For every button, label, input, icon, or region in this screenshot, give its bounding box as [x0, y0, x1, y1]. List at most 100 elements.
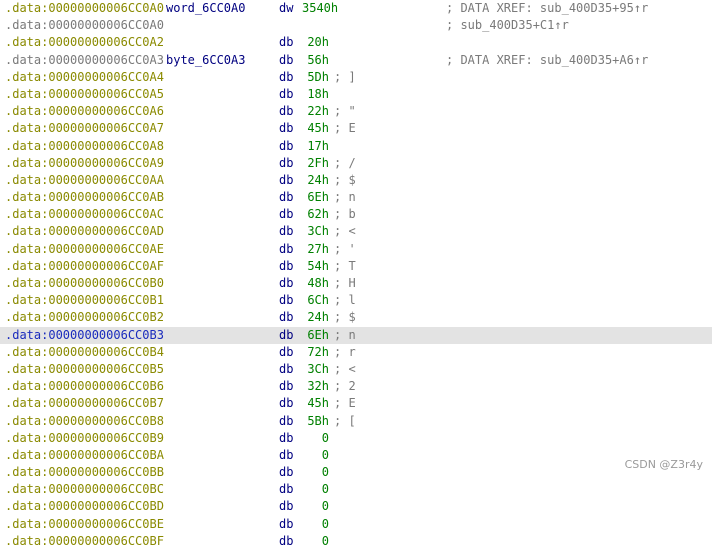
xref-comment[interactable]: ; DATA XREF: sub_400D35+95↑r	[446, 0, 648, 17]
listing-row[interactable]: .data:00000000006CC0AE db 27h ; '	[0, 241, 712, 258]
listing-row-selected[interactable]: .data:00000000006CC0B3 db 6Eh ; n	[0, 326, 712, 344]
listing-row[interactable]: .data:00000000006CC0A5 db 18h	[0, 86, 712, 103]
listing-row[interactable]: .data:00000000006CC0BB db 0	[0, 464, 712, 481]
listing-row[interactable]: .data:00000000006CC0A4 db 5Dh ; ]	[0, 69, 712, 86]
address[interactable]: .data:00000000006CC0BD	[5, 498, 164, 515]
operand[interactable]: 3Ch	[298, 223, 329, 240]
operand[interactable]: 0	[298, 464, 329, 481]
operand[interactable]: 0	[298, 498, 329, 515]
address[interactable]: .data:00000000006CC0B4	[5, 344, 164, 361]
address[interactable]: .data:00000000006CC0AA	[5, 172, 164, 189]
listing-row[interactable]: .data:00000000006CC0B2 db 24h ; $	[0, 309, 712, 326]
address[interactable]: .data:00000000006CC0BF	[5, 533, 164, 550]
listing-row[interactable]: .data:00000000006CC0A2 db 20h	[0, 34, 712, 51]
operand[interactable]: 45h	[298, 395, 329, 412]
address[interactable]: .data:00000000006CC0A0	[5, 0, 164, 17]
operand[interactable]: 18h	[298, 86, 329, 103]
symbol-label[interactable]: byte_6CC0A3	[166, 52, 245, 69]
xref-comment[interactable]: ; DATA XREF: sub_400D35+A6↑r	[446, 52, 648, 69]
listing-row[interactable]: .data:00000000006CC0BF db 0	[0, 533, 712, 550]
listing-row[interactable]: .data:00000000006CC0B1 db 6Ch ; l	[0, 292, 712, 309]
listing-row[interactable]: .data:00000000006CC0A8 db 17h	[0, 138, 712, 155]
address[interactable]: .data:00000000006CC0B3	[5, 327, 164, 344]
listing-row[interactable]: .data:00000000006CC0B5 db 3Ch ; <	[0, 361, 712, 378]
operand[interactable]: 27h	[298, 241, 329, 258]
address[interactable]: .data:00000000006CC0BB	[5, 464, 164, 481]
address[interactable]: .data:00000000006CC0AF	[5, 258, 164, 275]
operand[interactable]: 62h	[298, 206, 329, 223]
address[interactable]: .data:00000000006CC0A6	[5, 103, 164, 120]
address[interactable]: .data:00000000006CC0AC	[5, 206, 164, 223]
operand[interactable]: 32h	[298, 378, 329, 395]
symbol-label[interactable]: word_6CC0A0	[166, 0, 245, 17]
operand[interactable]: 3Ch	[298, 361, 329, 378]
address[interactable]: .data:00000000006CC0B0	[5, 275, 164, 292]
operand[interactable]: 6Eh	[298, 327, 329, 344]
address[interactable]: .data:00000000006CC0A4	[5, 69, 164, 86]
listing-row[interactable]: .data:00000000006CC0AD db 3Ch ; <	[0, 223, 712, 240]
listing-row[interactable]: .data:00000000006CC0A3 byte_6CC0A3 db 56h ; …	[0, 52, 712, 69]
operand[interactable]: 17h	[298, 138, 329, 155]
listing-row[interactable]: .data:00000000006CC0B4 db 72h ; r	[0, 344, 712, 361]
disassembly-listing[interactable]: .data:00000000006CC0A0 word_6CC0A0 dw 3540h…	[0, 0, 712, 550]
operand[interactable]: 24h	[298, 309, 329, 326]
address[interactable]: .data:00000000006CC0AB	[5, 189, 164, 206]
listing-row[interactable]: .data:00000000006CC0A0 ; sub_400D35+C1↑r	[0, 17, 712, 34]
xref-comment[interactable]: ; sub_400D35+C1↑r	[446, 17, 569, 34]
address[interactable]: .data:00000000006CC0A2	[5, 34, 164, 51]
listing-row[interactable]: .data:00000000006CC0B7 db 45h ; E	[0, 395, 712, 412]
address[interactable]: .data:00000000006CC0AD	[5, 223, 164, 240]
address[interactable]: .data:00000000006CC0B7	[5, 395, 164, 412]
listing-row[interactable]: .data:00000000006CC0A9 db 2Fh ; /	[0, 155, 712, 172]
listing-row[interactable]: .data:00000000006CC0BD db 0	[0, 498, 712, 515]
operand[interactable]: 72h	[298, 344, 329, 361]
address[interactable]: .data:00000000006CC0BE	[5, 516, 164, 533]
listing-row[interactable]: .data:00000000006CC0AF db 54h ; T	[0, 258, 712, 275]
listing-row[interactable]: .data:00000000006CC0B0 db 48h ; H	[0, 275, 712, 292]
operand[interactable]: 24h	[298, 172, 329, 189]
address[interactable]: .data:00000000006CC0A9	[5, 155, 164, 172]
operand[interactable]: 20h	[298, 34, 329, 51]
operand[interactable]: 0	[298, 533, 329, 550]
address[interactable]: .data:00000000006CC0A5	[5, 86, 164, 103]
address[interactable]: .data:00000000006CC0BC	[5, 481, 164, 498]
listing-row[interactable]: .data:00000000006CC0A7 db 45h ; E	[0, 120, 712, 137]
operand[interactable]: 0	[298, 516, 329, 533]
address[interactable]: .data:00000000006CC0BA	[5, 447, 164, 464]
listing-row[interactable]: .data:00000000006CC0A6 db 22h ; "	[0, 103, 712, 120]
listing-row[interactable]: .data:00000000006CC0A0 word_6CC0A0 dw 3540h…	[0, 0, 712, 17]
listing-row[interactable]: .data:00000000006CC0BC db 0	[0, 481, 712, 498]
operand[interactable]: 45h	[298, 120, 329, 137]
listing-row[interactable]: .data:00000000006CC0B9 db 0	[0, 430, 712, 447]
operand[interactable]: 0	[298, 481, 329, 498]
address[interactable]: .data:00000000006CC0A7	[5, 120, 164, 137]
address[interactable]: .data:00000000006CC0B2	[5, 309, 164, 326]
listing-row[interactable]: .data:00000000006CC0AC db 62h ; b	[0, 206, 712, 223]
address[interactable]: .data:00000000006CC0A3	[5, 52, 164, 69]
address[interactable]: .data:00000000006CC0B9	[5, 430, 164, 447]
operand[interactable]: 54h	[298, 258, 329, 275]
listing-row[interactable]: .data:00000000006CC0AA db 24h ; $	[0, 172, 712, 189]
operand[interactable]: 48h	[298, 275, 329, 292]
address[interactable]: .data:00000000006CC0B5	[5, 361, 164, 378]
listing-row[interactable]: .data:00000000006CC0BA db 0	[0, 447, 712, 464]
operand[interactable]: 5Dh	[298, 69, 329, 86]
operand[interactable]: 2Fh	[298, 155, 329, 172]
operand[interactable]: 6Eh	[298, 189, 329, 206]
listing-row[interactable]: .data:00000000006CC0BE db 0	[0, 516, 712, 533]
operand[interactable]: 5Bh	[298, 413, 329, 430]
operand[interactable]: 6Ch	[298, 292, 329, 309]
operand[interactable]: 56h	[298, 52, 329, 69]
operand[interactable]: 22h	[298, 103, 329, 120]
listing-row[interactable]: .data:00000000006CC0B6 db 32h ; 2	[0, 378, 712, 395]
address[interactable]: .data:00000000006CC0AE	[5, 241, 164, 258]
operand[interactable]: 3540h	[302, 0, 338, 17]
operand[interactable]: 0	[298, 430, 329, 447]
operand[interactable]: 0	[298, 447, 329, 464]
address[interactable]: .data:00000000006CC0B1	[5, 292, 164, 309]
address[interactable]: .data:00000000006CC0A0	[5, 17, 164, 34]
address[interactable]: .data:00000000006CC0B6	[5, 378, 164, 395]
listing-row[interactable]: .data:00000000006CC0B8 db 5Bh ; [	[0, 413, 712, 430]
address[interactable]: .data:00000000006CC0B8	[5, 413, 164, 430]
address[interactable]: .data:00000000006CC0A8	[5, 138, 164, 155]
